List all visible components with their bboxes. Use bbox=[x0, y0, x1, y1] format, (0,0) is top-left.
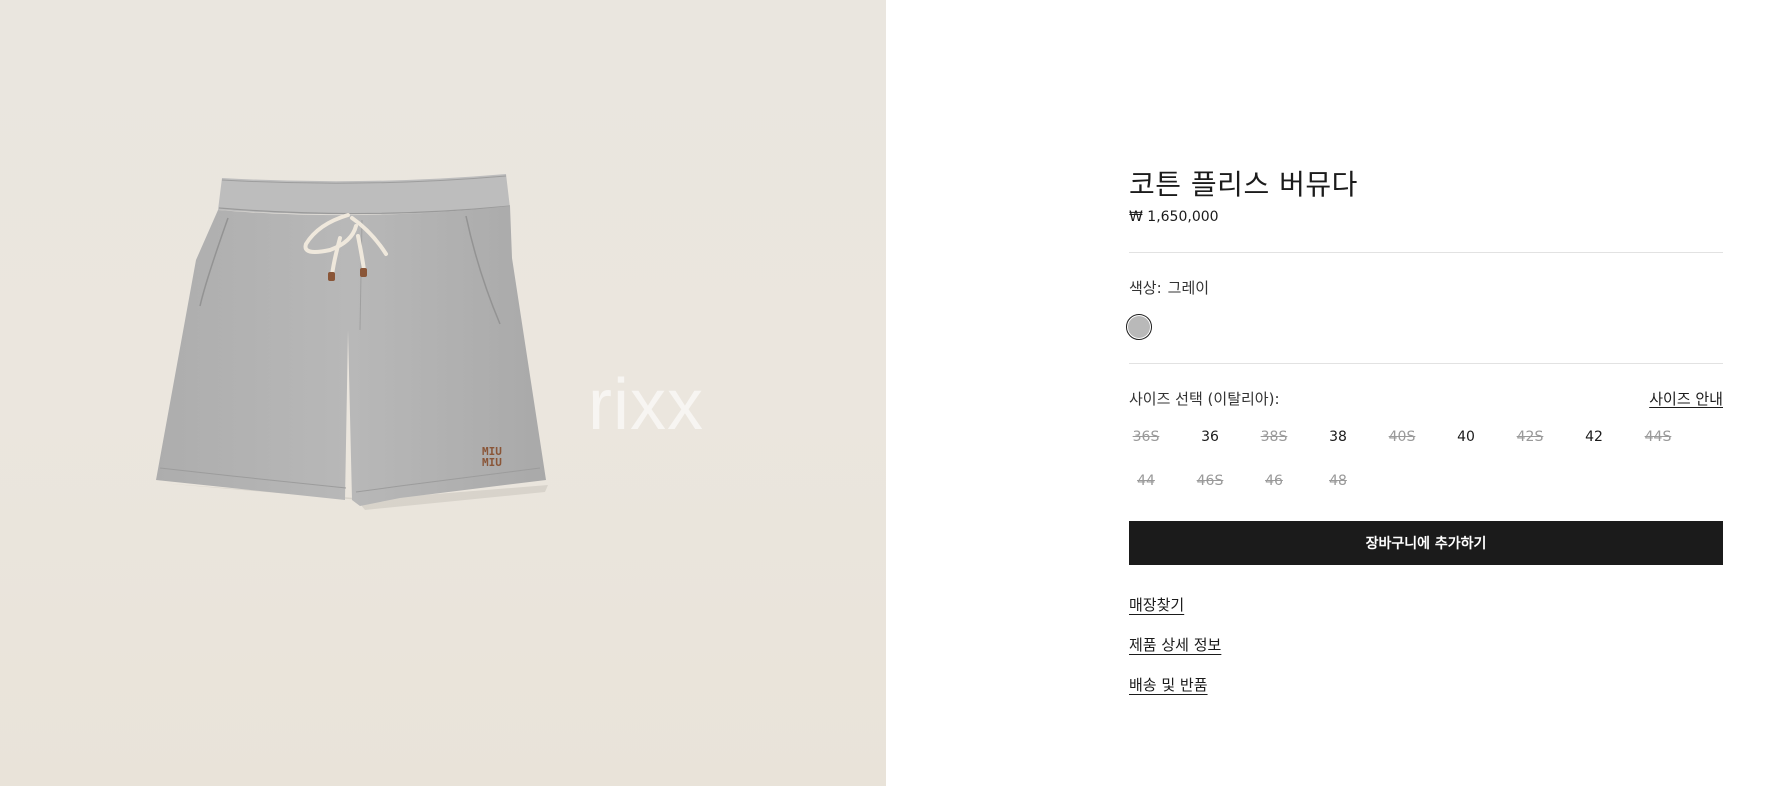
product-page: MIU MIU rixx 코튼 플리스 버뮤다 ₩ 1,650,000 색상: 그… bbox=[0, 0, 1765, 786]
add-to-cart-button[interactable]: 장바구니에 추가하기 bbox=[1129, 521, 1723, 565]
product-info-panel: 코튼 플리스 버뮤다 ₩ 1,650,000 색상: 그레이 사이즈 선택 (이탈… bbox=[1126, 0, 1723, 786]
divider bbox=[1129, 252, 1723, 253]
size-option-42s[interactable]: 42S bbox=[1510, 426, 1550, 448]
product-image-panel: MIU MIU rixx bbox=[0, 0, 886, 786]
product-title: 코튼 플리스 버뮤다 bbox=[1129, 168, 1358, 201]
color-value: 그레이 bbox=[1167, 279, 1210, 297]
size-option-44s[interactable]: 44S bbox=[1638, 426, 1678, 448]
product-details-link[interactable]: 제품 상세 정보 bbox=[1129, 634, 1221, 655]
size-label: 사이즈 선택 (이탈리아): bbox=[1129, 390, 1280, 408]
size-option-46s[interactable]: 46S bbox=[1190, 470, 1230, 492]
size-option-42[interactable]: 42 bbox=[1574, 426, 1614, 448]
size-option-40[interactable]: 40 bbox=[1446, 426, 1486, 448]
size-option-40s[interactable]: 40S bbox=[1382, 426, 1422, 448]
product-image: MIU MIU bbox=[156, 174, 548, 510]
watermark-text: rixx bbox=[588, 365, 704, 445]
svg-text:MIU: MIU bbox=[482, 456, 502, 469]
product-price: ₩ 1,650,000 bbox=[1129, 209, 1219, 225]
shipping-returns-link[interactable]: 배송 및 반품 bbox=[1129, 674, 1208, 695]
size-option-48[interactable]: 48 bbox=[1318, 470, 1358, 492]
color-selection: 색상: 그레이 bbox=[1129, 277, 1209, 298]
size-option-44[interactable]: 44 bbox=[1126, 470, 1166, 492]
color-swatch-fill bbox=[1128, 316, 1150, 338]
size-header: 사이즈 선택 (이탈리아): 사이즈 안내 bbox=[1129, 388, 1723, 409]
color-label: 색상: bbox=[1129, 279, 1162, 297]
color-swatch-gray[interactable] bbox=[1126, 314, 1152, 340]
size-guide-link[interactable]: 사이즈 안내 bbox=[1649, 388, 1723, 409]
size-option-38[interactable]: 38 bbox=[1318, 426, 1358, 448]
divider bbox=[1129, 363, 1723, 364]
size-option-36[interactable]: 36 bbox=[1190, 426, 1230, 448]
size-option-36s[interactable]: 36S bbox=[1126, 426, 1166, 448]
size-option-46[interactable]: 46 bbox=[1254, 470, 1294, 492]
store-finder-link[interactable]: 매장찾기 bbox=[1129, 594, 1184, 615]
size-option-38s[interactable]: 38S bbox=[1254, 426, 1294, 448]
